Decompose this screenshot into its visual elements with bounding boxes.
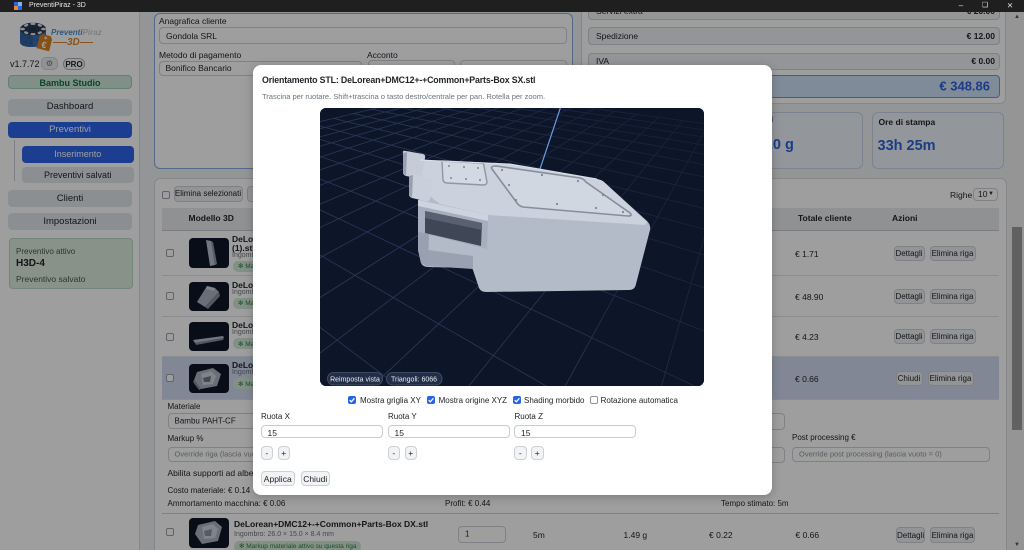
svg-text:Triangoli: 6066: Triangoli: 6066 bbox=[391, 376, 437, 383]
svg-text:Reimposta vista: Reimposta vista bbox=[330, 376, 380, 383]
